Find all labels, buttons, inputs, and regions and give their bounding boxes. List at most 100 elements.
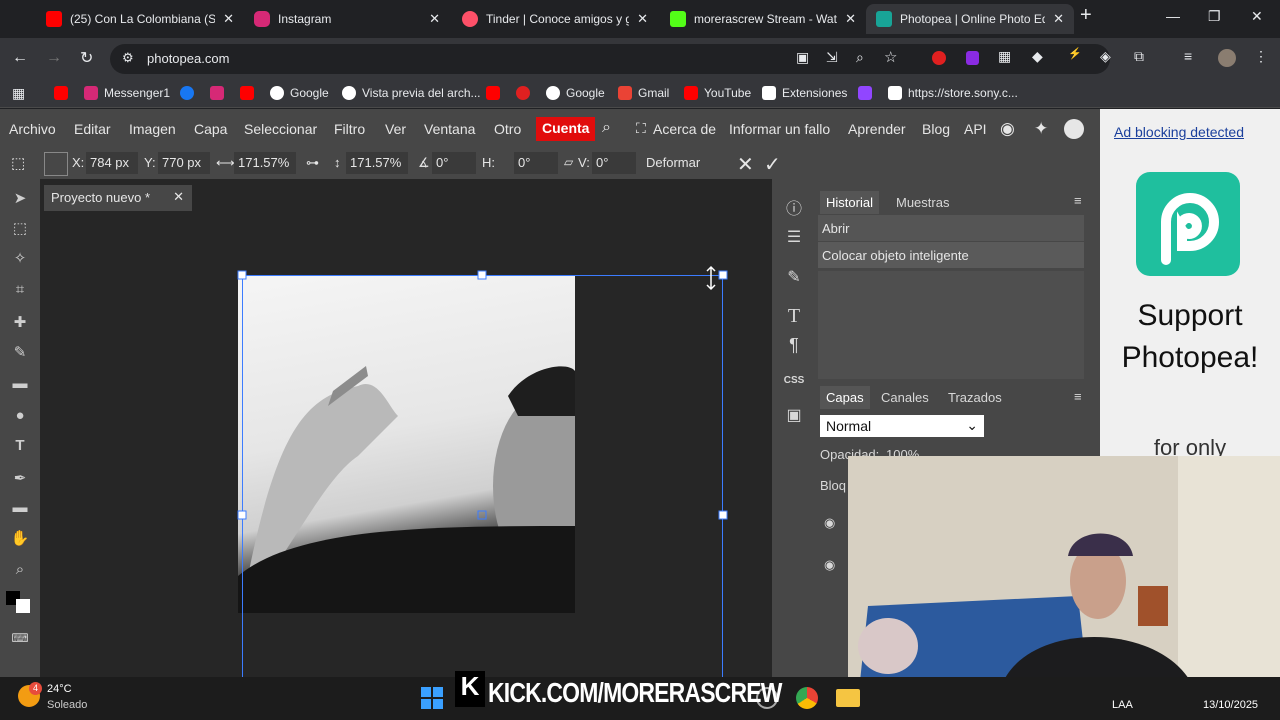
adjustments-icon[interactable]: ☰ — [782, 227, 806, 251]
profile-avatar[interactable] — [1218, 49, 1236, 67]
extension-grid-icon[interactable]: ▦ — [998, 48, 1011, 65]
image-icon[interactable]: ▣ — [782, 405, 806, 429]
skew-v-field[interactable]: 0° — [592, 152, 636, 174]
css-icon[interactable]: CSS — [782, 375, 806, 399]
account-button[interactable]: Cuenta — [536, 117, 596, 141]
minimize-icon[interactable]: — — [1166, 8, 1180, 24]
paragraph-icon[interactable]: ¶ — [782, 335, 806, 359]
facebook-icon[interactable] — [1064, 119, 1084, 139]
transform-tool-icon[interactable]: ⬚ — [11, 154, 25, 172]
menu-filtro[interactable]: Filtro — [334, 121, 365, 137]
back-icon[interactable]: ← — [12, 49, 28, 67]
tab-capas[interactable]: Capas — [820, 386, 870, 409]
menu-ver[interactable]: Ver — [385, 121, 406, 137]
menu-dots-icon[interactable]: ⋮ — [1254, 48, 1268, 65]
close-tab-icon[interactable]: ✕ — [223, 11, 234, 27]
extension-diamond-icon[interactable]: ◈ — [1100, 48, 1111, 65]
bookmark-facebook[interactable] — [180, 86, 200, 100]
reload-icon[interactable]: ↻ — [80, 48, 93, 68]
keyboard-icon[interactable]: ⌨ — [10, 631, 30, 651]
menu-editar[interactable]: Editar — [74, 121, 111, 137]
history-item[interactable]: Abrir — [818, 215, 1084, 241]
y-field[interactable]: 770 px — [158, 152, 210, 174]
extension-red-icon[interactable] — [932, 51, 946, 65]
cancel-transform-icon[interactable]: ✕ — [737, 152, 754, 177]
character-icon[interactable]: T — [782, 305, 806, 329]
browser-tab-4[interactable]: morerascrew Stream - Watc ✕ — [660, 4, 866, 34]
hand-tool-icon[interactable]: ✋ — [10, 529, 30, 549]
fullscreen-icon[interactable]: ⛶ — [636, 120, 646, 137]
menu-ventana[interactable]: Ventana — [424, 121, 475, 137]
info-icon[interactable]: ⓘ — [782, 195, 806, 219]
type-tool-icon[interactable]: T — [10, 437, 30, 457]
tab-trazados[interactable]: Trazados — [948, 390, 1002, 405]
language-indicator[interactable]: LAA — [1112, 699, 1133, 711]
forward-icon[interactable]: → — [46, 49, 62, 67]
media-control-icon[interactable]: ≡ — [1184, 48, 1192, 64]
bookmark-app[interactable] — [516, 86, 536, 100]
canvas-workspace[interactable]: Proyecto nuevo * ✕ — [40, 179, 772, 677]
bookmark-youtube-2[interactable] — [240, 86, 260, 100]
browser-tab-3[interactable]: Tinder | Conoce amigos y ge ✕ — [452, 4, 658, 34]
chrome-app-icon[interactable] — [796, 687, 818, 709]
menu-otro[interactable]: Otro — [494, 121, 521, 137]
tab-historial[interactable]: Historial — [820, 191, 879, 214]
menu-aprender[interactable]: Aprender — [848, 121, 906, 137]
extensions-puzzle-icon[interactable]: ⧉ — [1134, 48, 1144, 65]
site-info-icon[interactable]: ⚙ — [122, 50, 134, 66]
layers-menu-icon[interactable]: ≡ — [1074, 389, 1082, 404]
brush-tool-icon[interactable]: ✎ — [10, 343, 30, 363]
menu-informar-fallo[interactable]: Informar un fallo — [729, 121, 830, 137]
close-tab-icon[interactable]: ✕ — [845, 11, 856, 27]
extension-shield-icon[interactable] — [966, 51, 979, 65]
blur-tool-icon[interactable]: ● — [10, 407, 30, 427]
zoom-tool-icon[interactable]: ⌕ — [10, 561, 30, 581]
menu-imagen[interactable]: Imagen — [129, 121, 176, 137]
skew-h-field[interactable]: 0° — [514, 152, 558, 174]
close-tab-icon[interactable]: ✕ — [429, 11, 440, 27]
move-tool-icon[interactable]: ➤ — [10, 189, 30, 209]
bookmark-sony[interactable]: https://store.sony.c... — [888, 86, 1018, 100]
apps-grid-icon[interactable]: ▦ — [12, 85, 25, 102]
date-text[interactable]: 13/10/2025 — [1203, 699, 1258, 711]
install-icon[interactable]: ⇲ — [826, 49, 838, 66]
blend-mode-select[interactable]: Normal ⌄ — [820, 415, 984, 437]
gradient-tool-icon[interactable]: ▬ — [10, 375, 30, 395]
deform-button[interactable]: Deformar — [646, 155, 700, 170]
browser-tab-2[interactable]: Instagram ✕ — [244, 4, 450, 34]
marquee-tool-icon[interactable]: ⬚ — [10, 219, 30, 239]
transform-bounding-box[interactable] — [40, 179, 772, 677]
tab-muestras[interactable]: Muestras — [896, 195, 949, 210]
reference-point-icon[interactable] — [44, 152, 68, 176]
pen-tool-icon[interactable]: ✒ — [10, 469, 30, 489]
healing-tool-icon[interactable]: ✚ — [10, 313, 30, 333]
background-color-swatch[interactable] — [16, 599, 30, 613]
zoom-icon[interactable]: ⌕ — [856, 49, 864, 66]
ad-blocking-link[interactable]: Ad blocking detected — [1114, 124, 1244, 140]
extension-off-icon[interactable]: ⚡ — [1068, 47, 1082, 60]
address-bar[interactable]: ⚙ photopea.com ▣ ⇲ ⌕ ☆ — [110, 44, 1110, 74]
bookmark-extensions[interactable]: Extensiones — [762, 86, 847, 100]
menu-seleccionar[interactable]: Seleccionar — [244, 121, 317, 137]
brush-settings-icon[interactable]: ✎ — [782, 267, 806, 291]
visibility-eye-icon[interactable]: ◉ — [824, 557, 835, 573]
search-icon[interactable]: ⌕ — [602, 119, 611, 137]
windows-start-icon[interactable] — [421, 687, 443, 709]
bookmark-youtube-3[interactable] — [486, 86, 506, 100]
close-window-icon[interactable]: ✕ — [1251, 8, 1263, 25]
menu-capa[interactable]: Capa — [194, 121, 227, 137]
bookmark-gmail[interactable]: Gmail — [618, 86, 669, 100]
menu-blog[interactable]: Blog — [922, 121, 950, 137]
bookmark-messenger1[interactable]: Messenger1 — [84, 86, 170, 100]
shape-tool-icon[interactable]: ▬ — [10, 499, 30, 519]
new-tab-icon[interactable]: + — [1080, 4, 1092, 27]
menu-api[interactable]: API — [964, 121, 987, 137]
browser-tab-5[interactable]: Photopea | Online Photo Edi ✕ — [866, 4, 1074, 34]
commit-transform-icon[interactable]: ✓ — [764, 152, 781, 177]
panel-menu-icon[interactable]: ≡ — [1074, 193, 1082, 208]
close-tab-icon[interactable]: ✕ — [637, 11, 648, 27]
menu-acerca-de[interactable]: Acerca de — [653, 121, 716, 137]
bookmark-vista-previa[interactable]: Vista previa del arch... — [342, 86, 481, 100]
tab-canales[interactable]: Canales — [881, 390, 929, 405]
file-explorer-icon[interactable] — [836, 689, 860, 707]
